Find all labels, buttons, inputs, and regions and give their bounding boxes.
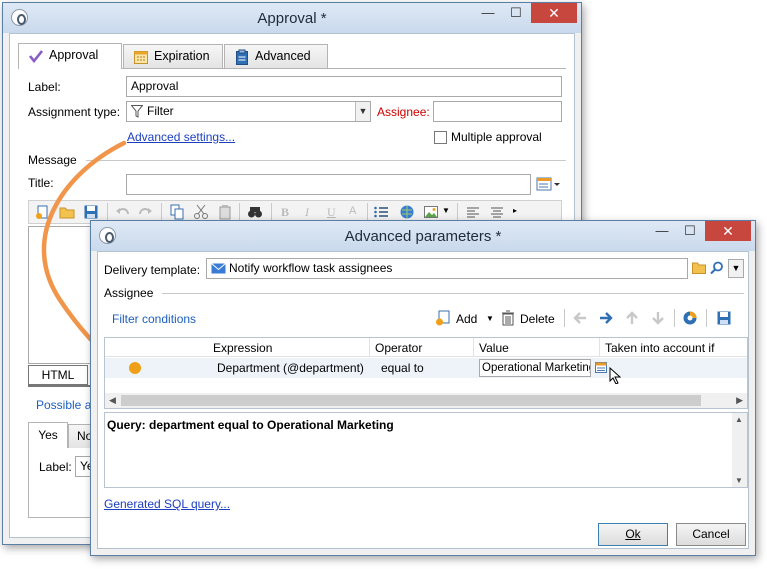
delivery-template-value: Notify workflow task assignees [229,261,393,275]
conditions-grid: Expression Operator Value Taken into acc… [104,337,748,409]
row-operator[interactable]: equal to [381,361,424,375]
query-text: Query: department equal to Operational M… [107,418,394,432]
add-button-label[interactable]: Add [456,312,477,326]
row-value-input[interactable]: Operational Marketing [479,359,591,377]
arrow-down-icon[interactable] [650,310,666,326]
column-header-operator[interactable]: Operator [375,341,422,355]
scroll-left-icon[interactable]: ◀ [109,395,116,406]
grid-horizontal-scrollbar[interactable]: ◀ ▶ [105,393,747,408]
row-expression[interactable]: Department (@department) [217,361,364,375]
filter-conditions-link[interactable]: Filter conditions [112,312,196,326]
add-icon[interactable] [435,310,451,326]
scroll-up-icon[interactable]: ▲ [735,415,743,424]
column-header-expression[interactable]: Expression [213,341,272,355]
minimize-button[interactable]: — [649,221,675,241]
close-button[interactable]: ✕ [705,221,751,241]
condition-dot-icon [129,362,141,374]
trash-icon[interactable] [500,310,516,326]
advanced-client-area: Delivery template: Notify workflow task … [97,251,749,549]
scroll-right-icon[interactable]: ▶ [736,395,743,406]
scroll-thumb[interactable] [121,395,701,406]
column-header-value[interactable]: Value [479,341,509,355]
envelope-icon [211,263,226,274]
advanced-titlebar: Advanced parameters * — ☐ ✕ [91,221,755,251]
query-preview: Query: department equal to Operational M… [104,412,748,488]
scroll-down-icon[interactable]: ▼ [735,476,743,485]
template-dropdown-button[interactable]: ▼ [728,259,744,278]
delivery-template-caption: Delivery template: [104,263,201,277]
table-row[interactable]: Department (@department) equal to Operat… [105,358,747,384]
query-vertical-scrollbar[interactable]: ▲ ▼ [732,413,747,487]
mouse-cursor-icon [609,367,621,384]
grid-header: Expression Operator Value Taken into acc… [105,338,747,357]
ok-button[interactable]: Ok [598,523,668,546]
maximize-button[interactable]: ☐ [677,221,703,241]
generated-sql-query-link[interactable]: Generated SQL query... [104,497,230,511]
assignee-section-title: Assignee [104,286,154,300]
search-icon[interactable] [710,261,724,275]
delivery-template-input[interactable]: Notify workflow task assignees [206,258,688,279]
column-header-taken-into-account[interactable]: Taken into account if [605,341,714,355]
delete-button-label[interactable]: Delete [520,312,555,326]
cancel-button[interactable]: Cancel [676,523,746,546]
add-dropdown-icon[interactable]: ▼ [486,314,494,323]
advanced-parameters-window: Advanced parameters * — ☐ ✕ Delivery tem… [90,220,756,556]
value-picker-icon[interactable] [595,362,607,373]
arrow-left-icon[interactable] [572,310,588,326]
distribution-icon[interactable] [682,310,698,326]
save-icon[interactable] [716,310,732,326]
folder-icon[interactable] [692,261,706,274]
arrow-right-icon[interactable] [598,310,614,326]
arrow-up-icon[interactable] [624,310,640,326]
